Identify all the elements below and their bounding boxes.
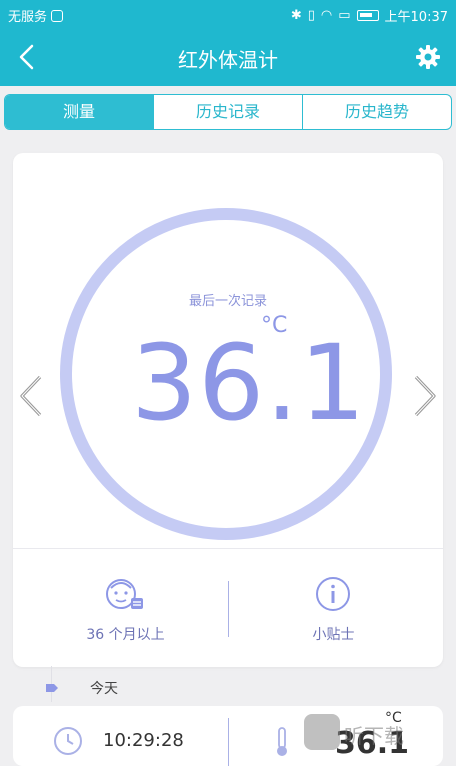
battery-icon bbox=[356, 10, 379, 21]
actions-divider bbox=[228, 581, 229, 637]
temperature-value: 36.1 bbox=[131, 322, 367, 444]
bluetooth-icon: ✱ bbox=[290, 8, 302, 23]
wifi-icon: ◠ bbox=[320, 8, 333, 23]
previous-record-button[interactable] bbox=[16, 374, 46, 418]
card-divider bbox=[13, 548, 443, 549]
tab-bar: 测量 历史记录 历史趋势 bbox=[4, 94, 452, 130]
network-status: 无服务 bbox=[8, 10, 48, 25]
status-left: 无服务 bbox=[8, 6, 64, 25]
thermometer-icon bbox=[277, 727, 287, 756]
tab-history-trend[interactable]: 历史趋势 bbox=[303, 95, 451, 129]
info-icon bbox=[316, 577, 350, 611]
age-group-button[interactable]: 36 个月以上 bbox=[53, 568, 198, 648]
tab-measure[interactable]: 测量 bbox=[5, 95, 154, 129]
vibrate-icon: ▯ bbox=[307, 8, 315, 23]
baby-face-icon bbox=[106, 579, 143, 609]
clock-time: 上午10:37 bbox=[384, 10, 448, 25]
page-title: 红外体温计 bbox=[178, 48, 278, 72]
sim-icon: ▭ bbox=[338, 8, 351, 23]
measurement-card: 最后一次记录 °C 36.1 36 个月以上 小贴士 bbox=[13, 153, 443, 667]
next-record-button[interactable] bbox=[410, 374, 440, 418]
tab-history-records[interactable]: 历史记录 bbox=[154, 95, 303, 129]
status-bar: 无服务 ✱ ▯ ◠ ▭ 上午10:37 bbox=[0, 0, 456, 28]
age-group-label: 36 个月以上 bbox=[86, 627, 165, 643]
timeline-marker-icon bbox=[46, 684, 58, 692]
settings-button[interactable] bbox=[414, 43, 442, 71]
last-record-label: 最后一次记录 bbox=[188, 294, 267, 309]
chevron-right-icon bbox=[414, 375, 436, 417]
watermark-logo-icon bbox=[304, 714, 340, 750]
clock-icon bbox=[54, 727, 82, 755]
tips-button[interactable]: 小贴士 bbox=[261, 568, 406, 648]
today-label: 今天 bbox=[90, 681, 118, 697]
status-right: ✱ ▯ ◠ ▭ 上午10:37 bbox=[291, 6, 448, 25]
tips-label: 小贴士 bbox=[312, 627, 355, 643]
record-time: 10:29:28 bbox=[103, 730, 184, 751]
record-divider bbox=[228, 718, 229, 766]
chevron-left-icon bbox=[20, 375, 42, 417]
watermark-text: 听下载 bbox=[344, 724, 404, 748]
timeline-day-header: 今天 bbox=[0, 676, 456, 698]
notification-icon bbox=[51, 9, 64, 22]
gear-icon bbox=[416, 45, 440, 69]
app-bar: 红外体温计 bbox=[0, 28, 456, 86]
